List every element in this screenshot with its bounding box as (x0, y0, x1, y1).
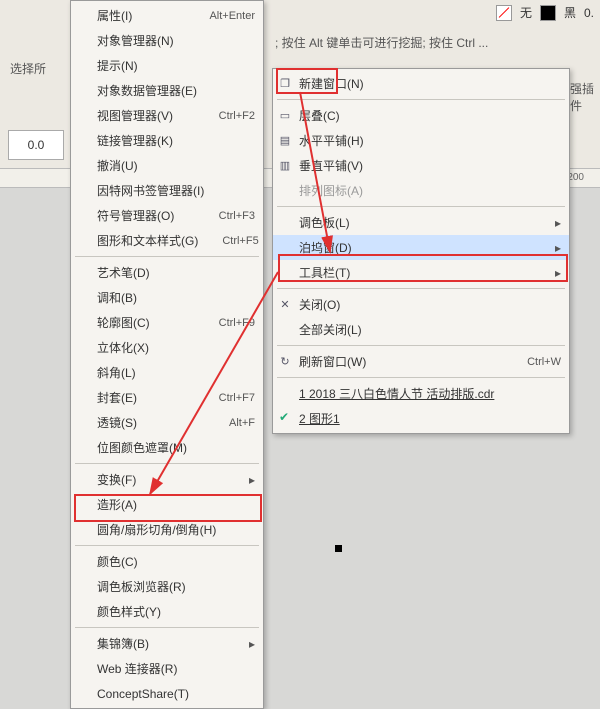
mi-close-all[interactable]: 全部关闭(L) (273, 317, 569, 342)
outline-swatch-black[interactable] (540, 5, 556, 21)
outline-label: 黑 (564, 4, 576, 21)
mi-fillet-scallop-chamfer[interactable]: 圆角/扇形切角/倒角(H) (71, 517, 263, 542)
color-indicator: 无 黑 0. (490, 0, 600, 25)
check-icon: ✔ (279, 410, 289, 424)
mi-blend[interactable]: 调和(B) (71, 285, 263, 310)
mi-tile-horizontal[interactable]: ▤水平平铺(H) (273, 128, 569, 153)
fill-swatch-none[interactable] (496, 5, 512, 21)
mi-window-doc-2[interactable]: ✔2 图形1 (273, 406, 569, 431)
mi-toolbars[interactable]: 工具栏(T)▸ (273, 260, 569, 285)
status-hint-1: ; 按住 Alt 键单击可进行挖掘; 按住 Ctrl ... (275, 34, 488, 51)
mi-color[interactable]: 颜色(C) (71, 549, 263, 574)
mi-color-palettes[interactable]: 调色板(L)▸ (273, 210, 569, 235)
mi-artistic-media[interactable]: 艺术笔(D) (71, 260, 263, 285)
mi-object-manager[interactable]: 对象管理器(N) (71, 28, 263, 53)
mi-undo-docker[interactable]: 撤消(U) (71, 153, 263, 178)
mi-web-connector[interactable]: Web 连接器(R) (71, 656, 263, 681)
mi-refresh-window[interactable]: ↻刷新窗口(W)Ctrl+W (273, 349, 569, 374)
mi-envelope[interactable]: 封套(E)Ctrl+F7 (71, 385, 263, 410)
mi-object-data[interactable]: 对象数据管理器(E) (71, 78, 263, 103)
mi-view-manager[interactable]: 视图管理器(V)Ctrl+F2 (71, 103, 263, 128)
tile-h-icon: ▤ (277, 132, 293, 148)
mi-close[interactable]: ✕关闭(O) (273, 292, 569, 317)
mi-window-doc-1[interactable]: 1 2018 三八白色情人节 活动排版.cdr (273, 381, 569, 406)
mi-contour[interactable]: 轮廓图(C)Ctrl+F9 (71, 310, 263, 335)
tile-v-icon: ▥ (277, 157, 293, 173)
window-menu: ❐新建窗口(N) ▭层叠(C) ▤水平平铺(H) ▥垂直平铺(V) 排列图标(A… (272, 68, 570, 434)
close-icon: ✕ (277, 296, 293, 312)
mi-symbol-manager[interactable]: 符号管理器(O)Ctrl+F3 (71, 203, 263, 228)
mi-properties[interactable]: 属性(I)Alt+Enter (71, 3, 263, 28)
mi-bitmap-color-mask[interactable]: 位图颜色遮罩(M) (71, 435, 263, 460)
mi-conceptshare[interactable]: ConceptShare(T) (71, 681, 263, 706)
mi-graphic-text-styles[interactable]: 图形和文本样式(G)Ctrl+F5 (71, 228, 263, 253)
mi-bevel[interactable]: 斜角(L) (71, 360, 263, 385)
mi-palette-browser[interactable]: 调色板浏览器(R) (71, 574, 263, 599)
mi-arrange-icons: 排列图标(A) (273, 178, 569, 203)
cascade-icon: ▭ (277, 107, 293, 123)
mi-transform[interactable]: 变换(F)▸ (71, 467, 263, 492)
new-window-icon: ❐ (277, 75, 293, 91)
dockers-submenu: 属性(I)Alt+Enter 对象管理器(N) 提示(N) 对象数据管理器(E)… (70, 0, 264, 709)
mi-dockers[interactable]: 泊坞窗(D)▸ (273, 235, 569, 260)
mi-new-window[interactable]: ❐新建窗口(N) (273, 71, 569, 96)
mi-tile-vertical[interactable]: ▥垂直平铺(V) (273, 153, 569, 178)
mi-link-manager[interactable]: 链接管理器(K) (71, 128, 263, 153)
selection-handle[interactable] (335, 545, 342, 552)
mi-color-styles[interactable]: 颜色样式(Y) (71, 599, 263, 624)
coordinate-readout: 0.0 (8, 130, 64, 160)
mi-bookmark-manager[interactable]: 因特网书签管理器(I) (71, 178, 263, 203)
mi-scrapbook[interactable]: 集锦簿(B)▸ (71, 631, 263, 656)
fill-label: 无 (520, 4, 532, 21)
refresh-icon: ↻ (277, 353, 293, 369)
mi-lens[interactable]: 透镜(S)Alt+F (71, 410, 263, 435)
right-panel-text: 强插件 (570, 80, 600, 114)
outline-width: 0. (584, 6, 594, 20)
mi-cascade[interactable]: ▭层叠(C) (273, 103, 569, 128)
status-hint-2: 选择所 (10, 60, 46, 77)
mi-hints[interactable]: 提示(N) (71, 53, 263, 78)
mi-extrude[interactable]: 立体化(X) (71, 335, 263, 360)
mi-shaping[interactable]: 造形(A) (71, 492, 263, 517)
